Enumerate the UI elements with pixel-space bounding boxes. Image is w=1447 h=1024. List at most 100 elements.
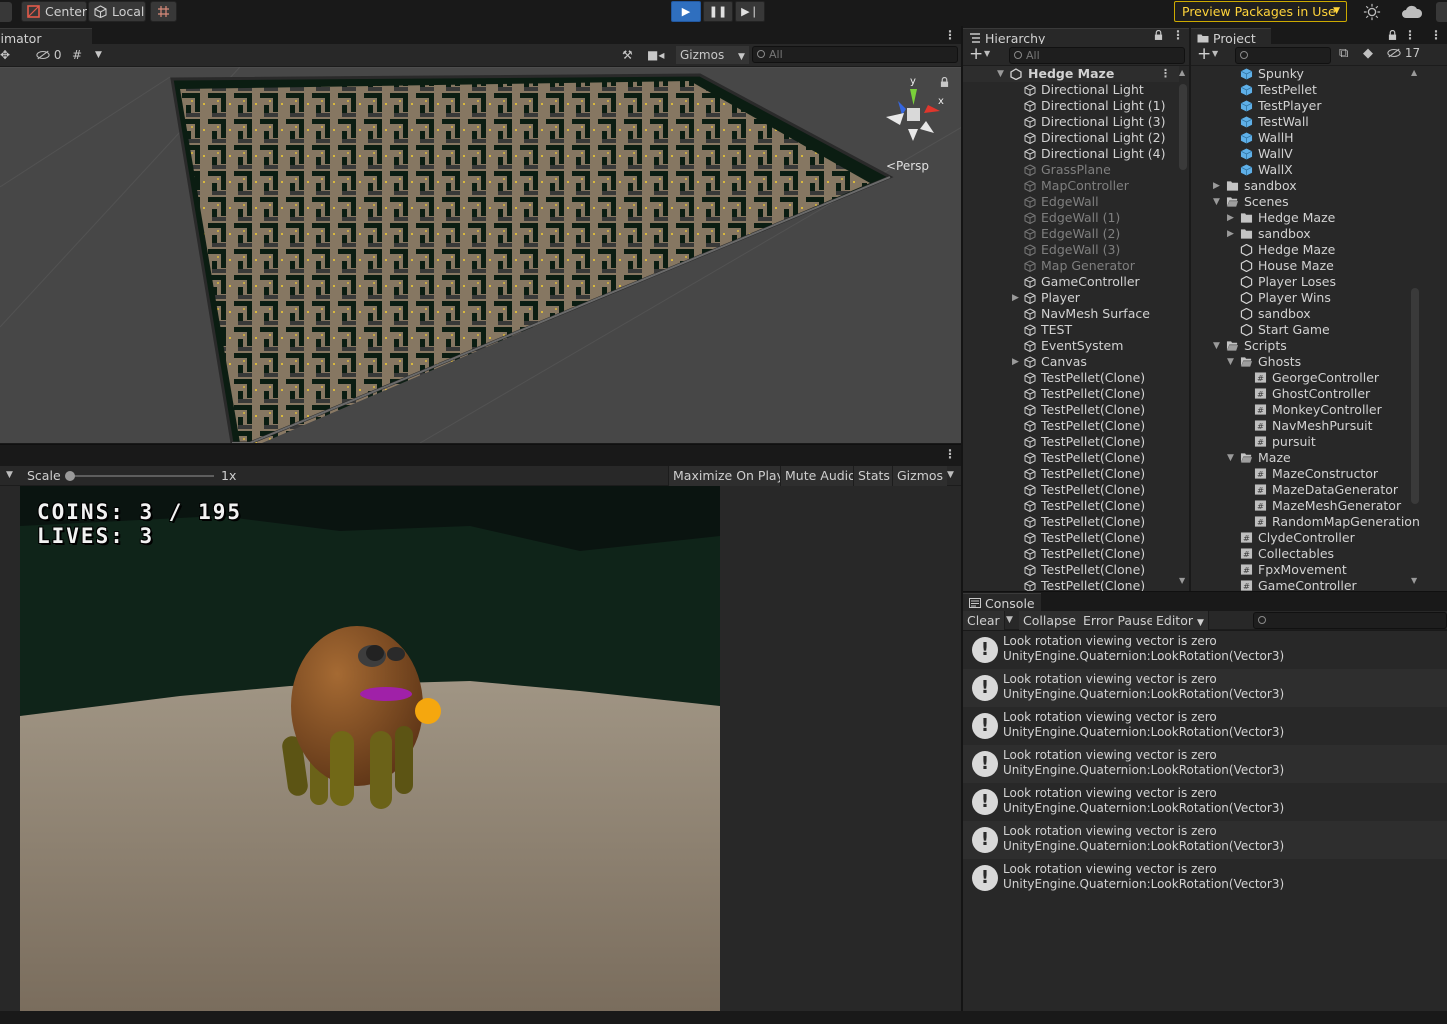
- hierarchy-item[interactable]: Directional Light (3): [963, 114, 1179, 130]
- project-item-folder[interactable]: ▶ Hedge Maze: [1191, 210, 1407, 226]
- tool-menu-icon[interactable]: [0, 2, 12, 22]
- project-item-script[interactable]: # Collectables: [1191, 546, 1407, 562]
- grid-dropdown-chevron-icon[interactable]: ▼: [95, 46, 102, 64]
- hierarchy-item[interactable]: TestPellet(Clone): [963, 578, 1179, 591]
- project-item-prefab[interactable]: WallV: [1191, 146, 1407, 162]
- hierarchy-item[interactable]: TestPellet(Clone): [963, 530, 1179, 546]
- gizmo-lock-icon[interactable]: [940, 77, 949, 87]
- project-item-script[interactable]: # ClydeController: [1191, 530, 1407, 546]
- project-item-script[interactable]: # MazeMeshGenerator: [1191, 498, 1407, 514]
- project-item-prefab[interactable]: WallH: [1191, 130, 1407, 146]
- console-clear-button[interactable]: Clear: [963, 611, 1005, 630]
- hierarchy-scene-row[interactable]: ▼ Hedge Maze ⋮: [963, 66, 1179, 82]
- hierarchy-item[interactable]: GameController: [963, 274, 1179, 290]
- console-log-entry[interactable]: ! Look rotation viewing vector is zero Uni…: [963, 821, 1447, 859]
- cloud-icon[interactable]: [1401, 5, 1423, 19]
- scene-search-input[interactable]: All: [752, 46, 958, 63]
- hidden-packages-toggle[interactable]: 17: [1387, 46, 1420, 60]
- project-item-folder-open[interactable]: ▼ Scenes: [1191, 194, 1407, 210]
- collab-sun-icon[interactable]: [1363, 3, 1381, 21]
- project-scroll-down-icon[interactable]: ▼: [1411, 576, 1417, 585]
- console-log-entry[interactable]: ! Look rotation viewing vector is zero Uni…: [963, 669, 1447, 707]
- maximize-on-play-button[interactable]: Maximize On Play: [668, 466, 788, 486]
- project-item-script[interactable]: # RandomMapGeneration: [1191, 514, 1420, 530]
- camera-icon[interactable]: ■◂: [647, 46, 664, 64]
- hierarchy-item[interactable]: ▶ Player: [963, 290, 1179, 306]
- search-by-type-icon[interactable]: ⧉: [1339, 46, 1348, 61]
- hierarchy-item[interactable]: Directional Light (4): [963, 146, 1179, 162]
- scale-slider-handle[interactable]: [65, 471, 75, 481]
- project-item-script[interactable]: # GameController: [1191, 578, 1407, 591]
- console-log-entry[interactable]: ! Look rotation viewing vector is zero Uni…: [963, 745, 1447, 783]
- game-viewport[interactable]: COINS: 3 / 195 LIVES: 3: [20, 486, 720, 1011]
- hierarchy-item[interactable]: TestPellet(Clone): [963, 386, 1179, 402]
- console-log-entry[interactable]: ! Look rotation viewing vector is zero Uni…: [963, 859, 1447, 897]
- pivot-center-button[interactable]: Center: [21, 1, 87, 22]
- expand-arrow-icon[interactable]: ▶: [1012, 354, 1019, 370]
- project-item-prefab[interactable]: TestPlayer: [1191, 98, 1407, 114]
- hierarchy-item[interactable]: GrassPlane: [963, 162, 1179, 178]
- project-add-icon[interactable]: +: [1197, 44, 1211, 64]
- hierarchy-lock-icon[interactable]: [1154, 30, 1163, 40]
- collapse-arrow-icon[interactable]: ▼: [1227, 354, 1234, 370]
- hierarchy-item[interactable]: TestPellet(Clone): [963, 450, 1179, 466]
- console-log-entry[interactable]: ! Look rotation viewing vector is zero Uni…: [963, 707, 1447, 745]
- hierarchy-item[interactable]: NavMesh Surface: [963, 306, 1179, 322]
- clear-options-chevron-icon[interactable]: ▼: [1006, 615, 1013, 625]
- project-kebab-icon[interactable]: ⋮: [1404, 28, 1416, 42]
- expand-arrow-icon[interactable]: ▶: [1227, 210, 1234, 226]
- hierarchy-kebab-icon[interactable]: ⋮: [1172, 28, 1184, 42]
- hierarchy-item[interactable]: TestPellet(Clone): [963, 466, 1179, 482]
- scene-kebab-icon[interactable]: ⋮: [944, 28, 956, 42]
- hierarchy-item[interactable]: EdgeWall (1): [963, 210, 1179, 226]
- hierarchy-item[interactable]: EventSystem: [963, 338, 1179, 354]
- layout-button[interactable]: [1436, 2, 1447, 22]
- project-item-script[interactable]: # NavMeshPursuit: [1191, 418, 1407, 434]
- project-item-scene[interactable]: sandbox: [1191, 306, 1407, 322]
- pause-button[interactable]: ❚❚: [703, 1, 733, 22]
- hierarchy-item[interactable]: TestPellet(Clone): [963, 498, 1179, 514]
- project-item-folder-open[interactable]: ▼ Ghosts: [1191, 354, 1407, 370]
- draw-mode-icon[interactable]: ✥: [0, 46, 10, 64]
- hierarchy-item[interactable]: MapController: [963, 178, 1179, 194]
- grid-toggle-icon[interactable]: #: [72, 46, 82, 64]
- hierarchy-item[interactable]: Directional Light (1): [963, 98, 1179, 114]
- project-item-scene[interactable]: Start Game: [1191, 322, 1407, 338]
- expand-arrow-icon[interactable]: ▼: [997, 66, 1004, 82]
- game-gizmos-chevron-icon[interactable]: ▼: [947, 470, 954, 480]
- project-lock-icon[interactable]: [1388, 30, 1397, 40]
- expand-arrow-icon[interactable]: ▶: [1213, 178, 1220, 194]
- console-search-input[interactable]: [1253, 612, 1447, 629]
- hierarchy-item[interactable]: TestPellet(Clone): [963, 482, 1179, 498]
- hierarchy-add-icon[interactable]: +: [969, 44, 983, 64]
- project-item-folder[interactable]: ▶ sandbox: [1191, 226, 1407, 242]
- hierarchy-item[interactable]: TestPellet(Clone): [963, 434, 1179, 450]
- console-error-pause-button[interactable]: Error Pause: [1079, 611, 1160, 630]
- project-item-script[interactable]: # MonkeyController: [1191, 402, 1407, 418]
- hierarchy-item[interactable]: Map Generator: [963, 258, 1179, 274]
- hierarchy-item[interactable]: Directional Light: [963, 82, 1179, 98]
- scene-row-kebab-icon[interactable]: ⋮: [1160, 66, 1171, 82]
- pivot-local-button[interactable]: Local: [88, 1, 146, 22]
- hierarchy-item[interactable]: EdgeWall (3): [963, 242, 1179, 258]
- step-button[interactable]: ▶❘: [735, 1, 765, 22]
- scene-gizmos-button[interactable]: Gizmos ▼: [676, 46, 749, 64]
- scale-slider[interactable]: [65, 471, 214, 481]
- hierarchy-item[interactable]: TestPellet(Clone): [963, 562, 1179, 578]
- game-kebab-icon[interactable]: ⋮: [944, 447, 956, 461]
- mute-audio-button[interactable]: Mute Audio: [780, 466, 860, 486]
- project-item-script[interactable]: # MazeDataGenerator: [1191, 482, 1407, 498]
- console-editor-dropdown[interactable]: Editor ▼: [1152, 611, 1209, 630]
- project-item-script[interactable]: # FpxMovement: [1191, 562, 1407, 578]
- project-item-script[interactable]: # GeorgeController: [1191, 370, 1407, 386]
- console-collapse-button[interactable]: Collapse: [1019, 611, 1082, 630]
- play-button[interactable]: ▶: [671, 1, 701, 22]
- collapse-arrow-icon[interactable]: ▼: [1213, 338, 1220, 354]
- expand-arrow-icon[interactable]: ▶: [1227, 226, 1234, 242]
- project-scroll-up-icon[interactable]: ▲: [1411, 68, 1417, 77]
- project-item-scene[interactable]: Player Wins: [1191, 290, 1407, 306]
- stats-button[interactable]: Stats: [853, 466, 894, 486]
- hierarchy-item[interactable]: ▶ Canvas: [963, 354, 1179, 370]
- hierarchy-item[interactable]: EdgeWall: [963, 194, 1179, 210]
- project-item-folder[interactable]: ▶ sandbox: [1191, 178, 1407, 194]
